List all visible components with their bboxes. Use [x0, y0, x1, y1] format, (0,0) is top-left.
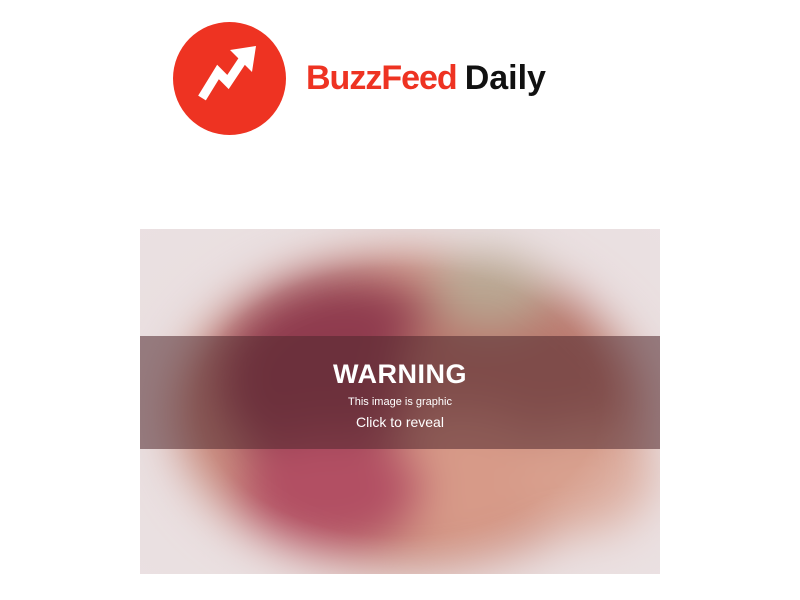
click-to-reveal-button[interactable]: Click to reveal [356, 413, 444, 431]
graphic-image[interactable]: WARNING This image is graphic Click to r… [140, 229, 660, 574]
buzzfeed-logo[interactable] [173, 21, 286, 135]
warning-title: WARNING [333, 358, 467, 389]
warning-subtitle: This image is graphic [348, 395, 452, 408]
trending-arrow-icon [197, 46, 256, 101]
brand-name: BuzzFeed [306, 58, 458, 97]
brand-wordmark[interactable]: BuzzFeed Daily [306, 59, 546, 98]
graphic-warning-overlay[interactable]: WARNING This image is graphic Click to r… [140, 336, 660, 449]
page: BuzzFeed Daily WARNING This image is gra… [0, 0, 800, 600]
header: BuzzFeed Daily [173, 21, 546, 135]
brand-suffix: Daily [464, 58, 546, 97]
